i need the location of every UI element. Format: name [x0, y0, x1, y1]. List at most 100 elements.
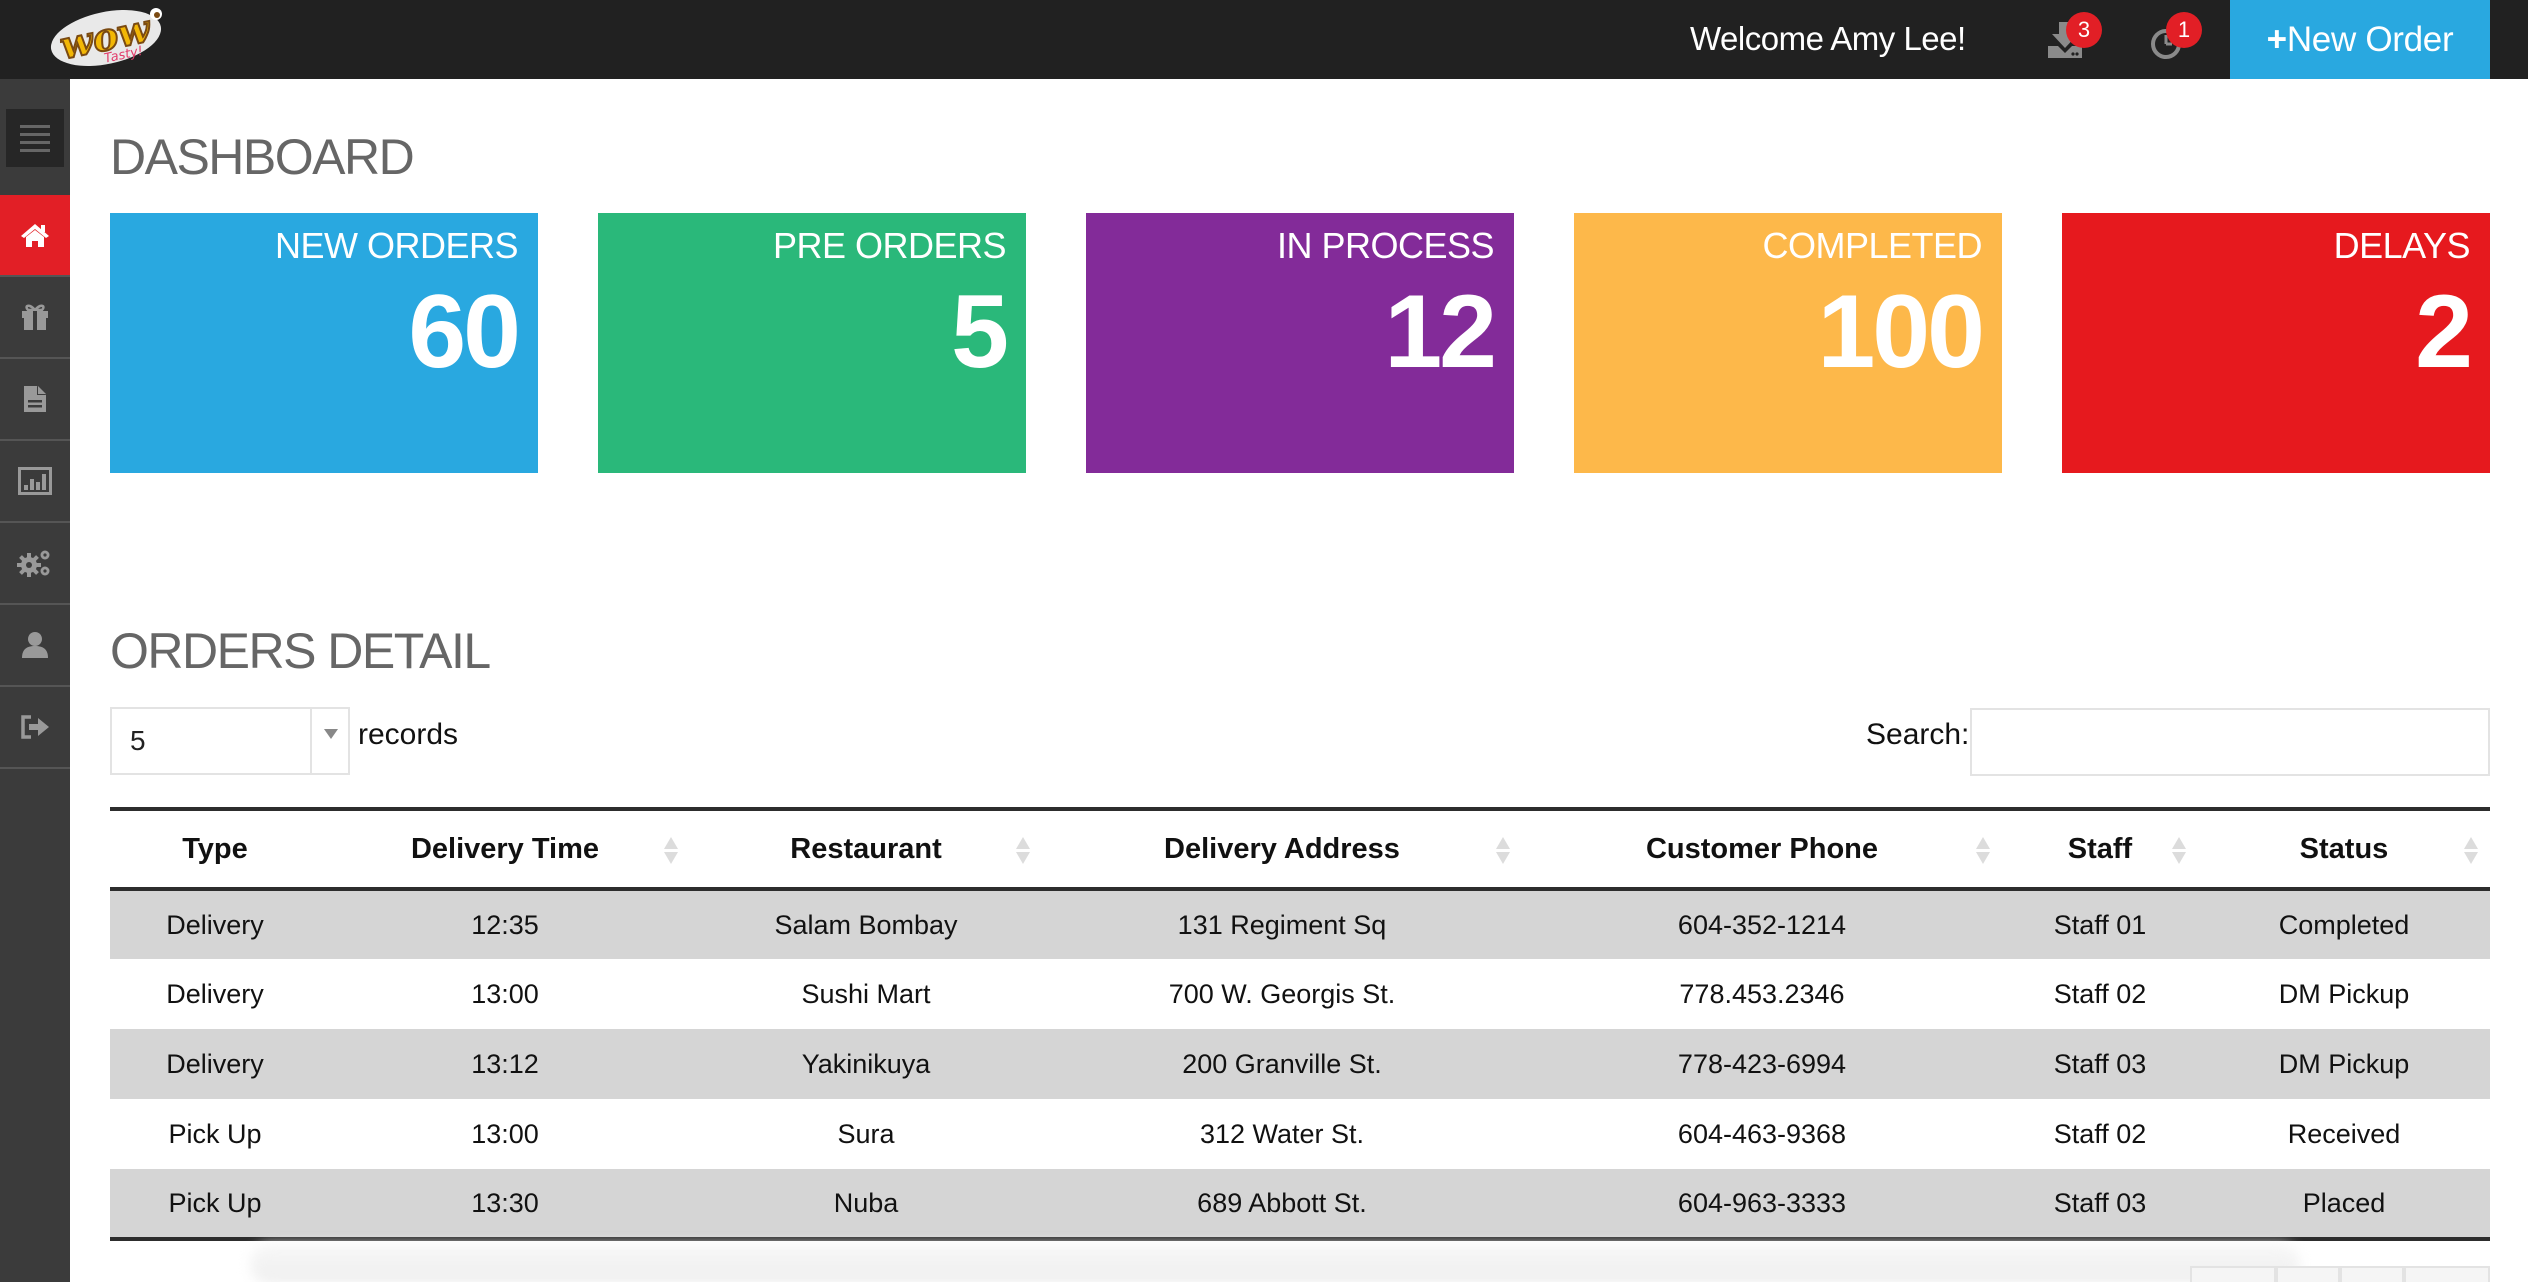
column-header-label: Status: [2299, 832, 2389, 865]
section-title-orders-detail: ORDERS DETAIL: [110, 623, 491, 679]
search-label: Search:: [1866, 718, 1970, 751]
column-header-label: Customer Phone: [1645, 832, 1879, 865]
column-header-label: Restaurant: [790, 832, 942, 865]
cell-staff: Staff 01: [2053, 909, 2147, 940]
downloads-badge: 3: [2066, 12, 2102, 48]
hamburger-icon-line: [20, 141, 50, 144]
cell-delivery-address: 131 Regiment Sq: [1177, 909, 1387, 940]
sidebar-item-documents[interactable]: [0, 359, 70, 441]
cell-status: Completed: [2278, 909, 2410, 940]
sort-icon[interactable]: [1016, 837, 1030, 865]
history-notification[interactable]: 1: [2142, 12, 2202, 68]
table-row[interactable]: Pick Up 13:00 Sura 312 Water St. 604-463…: [110, 1099, 2490, 1169]
cell-type: Pick Up: [168, 1187, 262, 1218]
cell-customer-phone: 778.453.2346: [1679, 978, 1845, 1009]
logo[interactable]: wow Tasty!: [38, 2, 178, 72]
hamburger-icon: [20, 125, 50, 128]
cell-delivery-time: 13:12: [471, 1048, 539, 1079]
history-badge: 1: [2166, 12, 2202, 48]
sort-icon[interactable]: [1496, 837, 1510, 865]
sort-icon[interactable]: [664, 837, 678, 865]
sidebar-item-profile[interactable]: [0, 605, 70, 687]
pagination-button[interactable]: [2404, 1266, 2490, 1282]
pagination-button[interactable]: [2276, 1266, 2340, 1282]
plus-icon: +: [2266, 19, 2287, 59]
table-header-row: Type Delivery Time Restaurant Delivery A…: [110, 809, 2490, 889]
cell-type: Delivery: [166, 1048, 264, 1079]
column-header-delivery-address[interactable]: Delivery Address: [1042, 809, 1522, 889]
stat-card-label: IN PROCESS: [1276, 225, 1495, 266]
stat-card-completed[interactable]: COMPLETED 100: [1574, 213, 2002, 473]
stat-card-value: 2: [2415, 274, 2473, 390]
column-header-status[interactable]: Status: [2198, 809, 2490, 889]
pagination-button[interactable]: [2190, 1266, 2276, 1282]
hamburger-icon-line: [20, 133, 50, 136]
sidebar-item-settings[interactable]: [0, 523, 70, 605]
orders-table: Type Delivery Time Restaurant Delivery A…: [110, 807, 2490, 1241]
new-order-label: New Order: [2286, 19, 2454, 59]
cell-staff: Staff 03: [2053, 1048, 2147, 1079]
stat-card-in-process[interactable]: IN PROCESS 12: [1086, 213, 1514, 473]
stat-card-label: NEW ORDERS: [274, 225, 519, 266]
sidebar-item-home[interactable]: [0, 195, 82, 277]
sidebar-item-logout[interactable]: [0, 687, 70, 769]
column-header-customer-phone[interactable]: Customer Phone: [1522, 809, 2002, 889]
cell-restaurant: Yakinikuya: [801, 1048, 931, 1079]
stat-card-pre-orders[interactable]: PRE ORDERS 5: [598, 213, 1026, 473]
chevron-down-icon: [310, 709, 348, 773]
file-icon: [24, 386, 46, 412]
sort-icon[interactable]: [2464, 837, 2478, 865]
column-header-restaurant[interactable]: Restaurant: [690, 809, 1042, 889]
stat-card-label: PRE ORDERS: [772, 225, 1007, 266]
sign-out-icon: [21, 715, 49, 739]
home-icon: [21, 224, 49, 247]
column-header-staff[interactable]: Staff: [2002, 809, 2198, 889]
sort-icon[interactable]: [2172, 837, 2186, 865]
new-order-button[interactable]: +New Order: [2230, 0, 2490, 79]
records-label: records: [358, 718, 459, 751]
sidebar-item-reports[interactable]: [0, 441, 70, 523]
page-length-select[interactable]: 5: [110, 707, 350, 775]
cell-status: Received: [2287, 1118, 2401, 1149]
column-header-label: Type: [182, 832, 248, 865]
stat-card-new-orders[interactable]: NEW ORDERS 60: [110, 213, 538, 473]
sidebar-item-gifts[interactable]: [0, 277, 70, 359]
bar-chart-icon: [18, 467, 52, 495]
column-header-delivery-time[interactable]: Delivery Time: [320, 809, 690, 889]
cell-staff: Staff 03: [2053, 1187, 2147, 1218]
pagination[interactable]: [2190, 1266, 2490, 1282]
column-header-label: Delivery Address: [1164, 832, 1400, 865]
search-input[interactable]: [1970, 708, 2490, 776]
stat-card-label: DELAYS: [2333, 225, 2471, 266]
hamburger-menu-button[interactable]: [6, 109, 64, 167]
cell-delivery-address: 200 Granville St.: [1182, 1048, 1382, 1079]
table-row[interactable]: Delivery 13:12 Yakinikuya 200 Granville …: [110, 1029, 2490, 1099]
stat-card-value: 60: [408, 274, 521, 390]
column-header-label: Staff: [2067, 832, 2133, 865]
cell-delivery-time: 13:30: [471, 1187, 539, 1218]
cell-restaurant: Sushi Mart: [801, 978, 931, 1009]
gears-icon: [17, 550, 50, 577]
table-row[interactable]: Pick Up 13:30 Nuba 689 Abbott St. 604-96…: [110, 1169, 2490, 1239]
sidebar: [0, 79, 82, 1282]
logo-icon: wow Tasty!: [50, 4, 162, 69]
cell-delivery-time: 13:00: [471, 1118, 539, 1149]
pagination-button[interactable]: [2340, 1266, 2404, 1282]
stat-card-delays[interactable]: DELAYS 2: [2062, 213, 2490, 473]
cell-restaurant: Sura: [837, 1118, 895, 1149]
cell-restaurant: Nuba: [833, 1187, 899, 1218]
cell-staff: Staff 02: [2053, 1118, 2147, 1149]
table-row[interactable]: Delivery 13:00 Sushi Mart 700 W. Georgis…: [110, 959, 2490, 1029]
sort-icon[interactable]: [1976, 837, 1990, 865]
table-row[interactable]: Delivery 12:35 Salam Bombay 131 Regiment…: [110, 889, 2490, 959]
gift-icon: [22, 304, 48, 330]
downloads-notification[interactable]: 3: [2040, 12, 2102, 68]
column-header-label: Delivery Time: [410, 832, 600, 865]
column-header-type[interactable]: Type: [110, 809, 320, 889]
page-length-value: 5: [130, 725, 146, 756]
user-icon: [22, 632, 48, 658]
cell-restaurant: Salam Bombay: [774, 909, 958, 940]
cell-customer-phone: 778-423-6994: [1677, 1048, 1847, 1079]
cell-status: DM Pickup: [2278, 1048, 2410, 1079]
cell-delivery-address: 700 W. Georgis St.: [1168, 978, 1396, 1009]
